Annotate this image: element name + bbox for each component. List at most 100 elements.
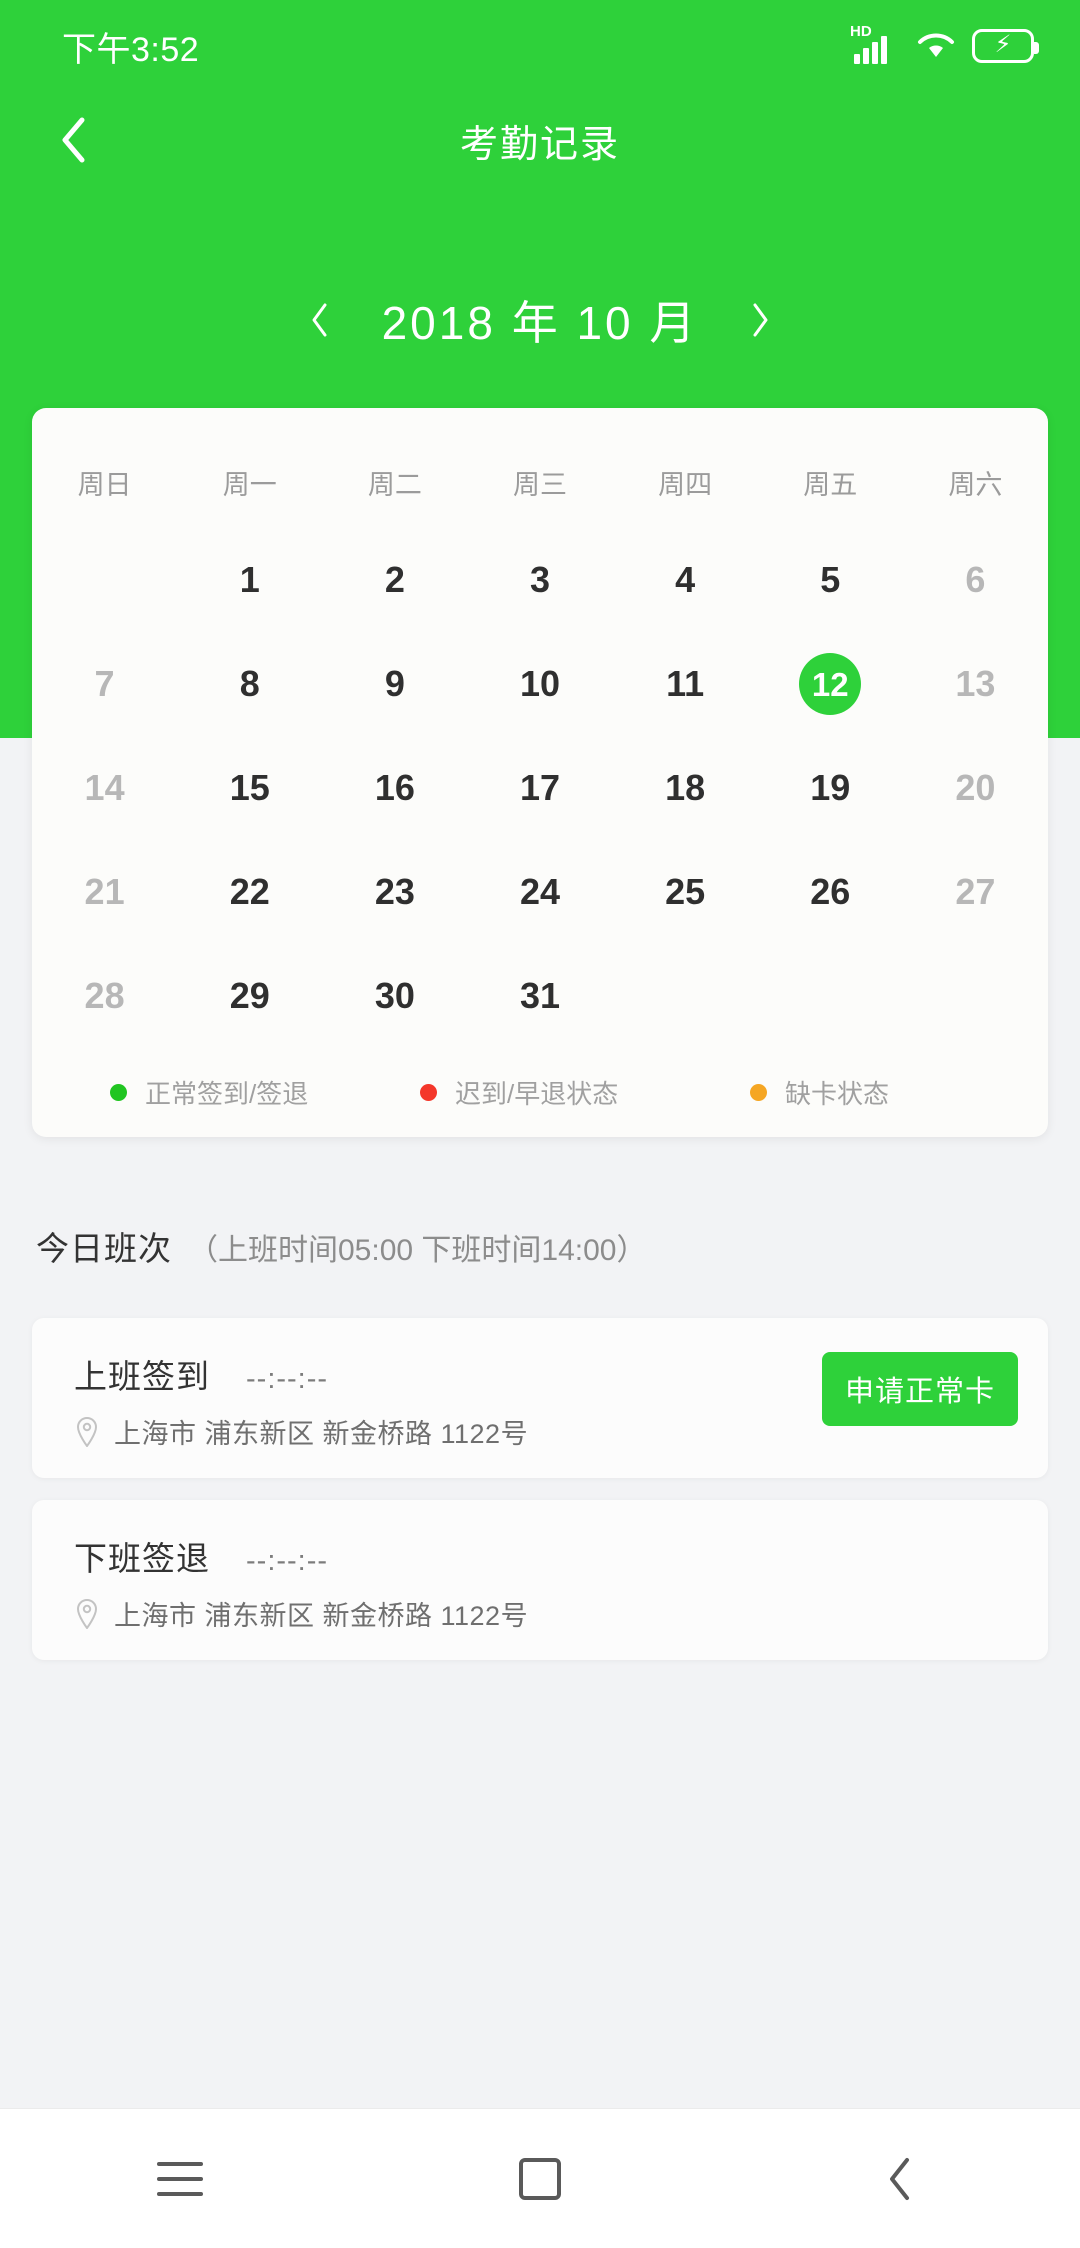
check-out-address: 上海市 浦东新区 新金桥路 1122号 [114, 1601, 529, 1631]
calendar-day-label: 26 [810, 871, 851, 912]
previous-month-button[interactable] [300, 290, 340, 350]
check-out-card[interactable]: 下班签退 --:--:-- 上海市 浦东新区 新金桥路 1122号 [32, 1500, 1048, 1660]
calendar-day-cell[interactable]: 30 [322, 944, 467, 1048]
calendar-day-cell[interactable]: 17 [467, 736, 612, 840]
calendar-day-cell[interactable]: 4 [613, 528, 758, 632]
menu-icon[interactable] [100, 2109, 260, 2248]
calendar-day-cell[interactable]: 9 [322, 632, 467, 736]
weekday-cell: 周一 [177, 436, 322, 528]
calendar-day-cell[interactable]: 5 [758, 528, 903, 632]
legend-item: 迟到/早退状态 [420, 1074, 750, 1111]
check-in-header: 上班签到 --:--:-- [74, 1350, 328, 1398]
calendar-day-label: 19 [810, 767, 851, 808]
calendar-day-cell[interactable]: 3 [467, 528, 612, 632]
check-in-label: 上班签到 [74, 1358, 210, 1395]
current-month-label: 2018 年 10 月 [381, 297, 699, 349]
weekday-cell: 周四 [613, 436, 758, 528]
month-switcher: 2018 年 10 月 [0, 280, 1080, 360]
calendar-day-cell[interactable]: 19 [758, 736, 903, 840]
weekday-label: 周六 [948, 469, 1003, 500]
check-out-location: 上海市 浦东新区 新金桥路 1122号 [76, 1594, 528, 1633]
charging-bolt-icon: ⚡ [994, 31, 1012, 58]
weekday-label: 周五 [803, 469, 858, 500]
calendar-day-cell[interactable]: 21 [32, 840, 177, 944]
calendar-day-cell [32, 528, 177, 632]
calendar-day-cell[interactable]: 22 [177, 840, 322, 944]
calendar-day-label: 28 [84, 975, 125, 1016]
home-square-icon[interactable] [460, 2109, 620, 2248]
calendar-day-cell[interactable]: 8 [177, 632, 322, 736]
calendar-card: 周日 周一 周二 周三 周四 周五 周六 1 2 3 4 5 6 7 8 9 10 11 12 13 14… [32, 408, 1048, 1137]
calendar-legend: 正常签到/签退 迟到/早退状态 缺卡状态 [32, 1074, 1048, 1111]
calendar-day-label: 9 [384, 663, 405, 704]
calendar-day-label: 24 [519, 871, 561, 912]
legend-item: 正常签到/签退 [110, 1074, 420, 1111]
weekday-cell: 周五 [758, 436, 903, 528]
calendar-day-label: 25 [665, 871, 706, 912]
apply-normal-card-button[interactable]: 申请正常卡 [822, 1352, 1018, 1426]
weekday-label: 周二 [367, 469, 422, 500]
calendar-day-label: 29 [229, 975, 270, 1016]
chevron-left-icon [312, 303, 327, 337]
calendar-day-cell[interactable]: 13 [903, 632, 1048, 736]
weekday-label: 周四 [658, 469, 713, 500]
check-out-label: 下班签退 [74, 1540, 210, 1577]
calendar-day-label: 18 [665, 767, 706, 808]
calendar-day-cell[interactable]: 15 [177, 736, 322, 840]
weekday-cell: 周日 [32, 436, 177, 528]
attendance-record-screen: 下午3:52 HD ⚡ 考勤记录 2018 年 10 月 周日 周一 周二 周三… [0, 0, 1080, 2248]
calendar-day-cell[interactable]: 1 [177, 528, 322, 632]
chevron-right-icon [753, 303, 768, 337]
calendar-week-row: 1 2 3 4 5 6 [32, 528, 1048, 632]
weekday-cell: 周三 [467, 436, 612, 528]
calendar-day-cell[interactable]: 23 [322, 840, 467, 944]
chevron-left-icon [62, 117, 85, 163]
weekday-label: 周一 [222, 469, 277, 500]
calendar-day-cell[interactable]: 20 [903, 736, 1048, 840]
calendar-week-row: 21 22 23 24 25 26 27 [32, 840, 1048, 944]
calendar-day-cell[interactable]: 11 [613, 632, 758, 736]
calendar-day-cell[interactable]: 6 [903, 528, 1048, 632]
calendar-day-label: 1 [239, 559, 260, 600]
check-out-header: 下班签退 --:--:-- [74, 1532, 328, 1580]
status-bar-icons: HD ⚡ [850, 24, 1039, 64]
status-bar: 下午3:52 HD ⚡ [0, 0, 1080, 92]
hd-label: HD [850, 23, 872, 40]
back-chevron-icon[interactable] [820, 2109, 980, 2248]
calendar-day-cell[interactable]: 18 [613, 736, 758, 840]
calendar-day-cell[interactable]: 31 [467, 944, 612, 1048]
calendar-day-label: 22 [229, 871, 270, 912]
check-in-card[interactable]: 上班签到 --:--:-- 上海市 浦东新区 新金桥路 1122号 申请正常卡 [32, 1318, 1048, 1478]
calendar-day-cell[interactable]: 26 [758, 840, 903, 944]
system-navigation-bar [0, 2108, 1080, 2248]
calendar-day-cell[interactable]: 29 [177, 944, 322, 1048]
calendar-day-cell[interactable]: 7 [32, 632, 177, 736]
calendar-day-label: 5 [820, 559, 841, 600]
calendar-day-cell[interactable]: 10 [467, 632, 612, 736]
calendar-day-cell [758, 944, 903, 1048]
calendar-day-cell[interactable]: 27 [903, 840, 1048, 944]
legend-label: 迟到/早退状态 [455, 1079, 619, 1109]
today-shift-info: 今日班次 （上班时间05:00 下班时间14:00） [36, 1222, 646, 1270]
calendar-day-cell[interactable]: 2 [322, 528, 467, 632]
calendar-grid: 1 2 3 4 5 6 7 8 9 10 11 12 13 14 15 16 17 18 19 20 21 22 23 24 2… [32, 528, 1048, 1048]
status-bar-time: 下午3:52 [62, 30, 200, 69]
calendar-day-cell[interactable]: 25 [613, 840, 758, 944]
calendar-day-label: 2 [384, 559, 405, 600]
calendar-day-cell[interactable]: 28 [32, 944, 177, 1048]
calendar-day-label: 10 [519, 663, 561, 704]
calendar-week-row: 28 29 30 31 [32, 944, 1048, 1048]
calendar-day-label: 4 [675, 559, 696, 600]
shift-title: 今日班次 [36, 1230, 172, 1267]
page-title: 考勤记录 [459, 123, 620, 166]
back-button[interactable] [28, 92, 118, 188]
calendar-day-cell[interactable]: 14 [32, 736, 177, 840]
next-month-button[interactable] [740, 290, 780, 350]
weekday-cell: 周六 [903, 436, 1048, 528]
calendar-day-cell[interactable]: 24 [467, 840, 612, 944]
navigation-bar: 考勤记录 [0, 92, 1080, 188]
calendar-day-label: 21 [84, 871, 125, 912]
calendar-day-cell[interactable]: 16 [322, 736, 467, 840]
legend-label: 缺卡状态 [785, 1079, 890, 1109]
calendar-day-cell[interactable]: 12 [758, 632, 903, 736]
